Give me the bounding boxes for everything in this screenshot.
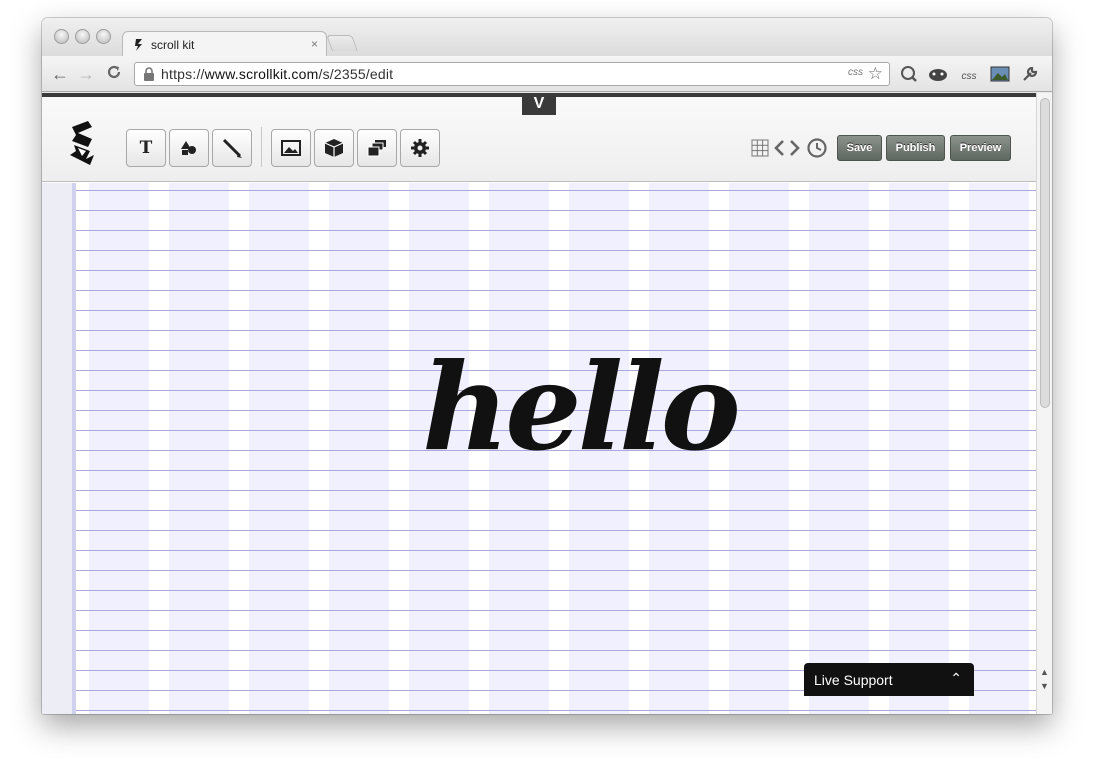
- baseline-rule: [76, 330, 1036, 331]
- grid-column: [89, 183, 149, 714]
- bookmark-star-icon[interactable]: ☆: [868, 64, 883, 84]
- picture-icon: [281, 140, 301, 156]
- canvas-gutter: [42, 183, 76, 714]
- back-icon[interactable]: ←: [50, 64, 70, 84]
- close-window-button[interactable]: [54, 29, 69, 44]
- live-support-label: Live Support: [814, 671, 893, 688]
- collapse-toolbar-toggle[interactable]: V: [522, 93, 556, 115]
- gear-icon: [411, 139, 429, 157]
- tab-close-icon[interactable]: ×: [311, 37, 318, 51]
- baseline-rule: [76, 490, 1036, 491]
- scroll-up-arrow-icon[interactable]: ▲: [1040, 667, 1049, 677]
- css-icon[interactable]: css: [959, 65, 979, 85]
- reload-icon[interactable]: [104, 64, 124, 84]
- baseline-rule: [76, 310, 1036, 311]
- baseline-rule: [76, 190, 1036, 191]
- url-path: /s/2355/edit: [318, 66, 394, 82]
- baseline-rule: [76, 250, 1036, 251]
- baseline-rule: [76, 610, 1036, 611]
- layers-icon: [367, 140, 386, 157]
- image-tool-button[interactable]: [271, 129, 311, 167]
- url-text: https://www.scrollkit.com/s/2355/edit: [161, 66, 393, 82]
- save-button[interactable]: Save: [837, 135, 882, 161]
- grid-column: [169, 183, 229, 714]
- scrollkit-favicon-icon: [135, 38, 142, 51]
- grid-column: [889, 183, 949, 714]
- address-bar[interactable]: https://www.scrollkit.com/s/2355/edit cs…: [134, 62, 890, 86]
- baseline-rule: [76, 270, 1036, 271]
- forward-icon[interactable]: →: [76, 64, 96, 84]
- chevron-up-icon[interactable]: ⌃: [950, 670, 962, 687]
- grid-column: [969, 183, 1029, 714]
- baseline-rule: [76, 550, 1036, 551]
- scroll-down-arrow-icon[interactable]: ▼: [1040, 681, 1049, 691]
- puzzle-icon[interactable]: [928, 65, 948, 85]
- new-tab-button[interactable]: [326, 35, 358, 51]
- baseline-rule: [76, 630, 1036, 631]
- image-icon[interactable]: [990, 65, 1010, 85]
- publish-button[interactable]: Publish: [886, 135, 945, 161]
- text-tool-label: T: [139, 138, 153, 158]
- text-tool-button[interactable]: T: [126, 129, 166, 167]
- css-badge[interactable]: css: [848, 67, 863, 78]
- pen-tool-button[interactable]: [212, 129, 252, 167]
- url-scheme: https://: [161, 66, 205, 82]
- baseline-rule: [76, 210, 1036, 211]
- baseline-rule: [76, 710, 1036, 711]
- settings-tool-button[interactable]: [400, 129, 440, 167]
- baseline-rule: [76, 510, 1036, 511]
- baseline-rule: [76, 590, 1036, 591]
- design-canvas[interactable]: hello: [42, 183, 1036, 714]
- page-viewport: T Save Publish Preview V hello ▲ ▼: [42, 93, 1052, 714]
- grid-column: [729, 183, 789, 714]
- readability-icon[interactable]: [899, 65, 919, 85]
- browser-tab[interactable]: scroll kit ×: [122, 31, 327, 57]
- baseline-rule: [76, 230, 1036, 231]
- browser-toolbar: ← → https://www.scrollkit.com/s/2355/edi…: [42, 56, 1052, 92]
- cube-icon: [324, 139, 344, 157]
- shape-tool-button[interactable]: [169, 129, 209, 167]
- canvas-headline[interactable]: hello: [422, 338, 741, 478]
- title-bar: scroll kit ×: [42, 18, 1052, 57]
- tab-title: scroll kit: [151, 37, 195, 52]
- zoom-window-button[interactable]: [96, 29, 111, 44]
- baseline-rule: [76, 530, 1036, 531]
- vertical-scrollbar[interactable]: ▲ ▼: [1036, 93, 1052, 714]
- baseline-rule: [76, 570, 1036, 571]
- grid-toggle-icon[interactable]: [751, 137, 769, 159]
- grid-column: [809, 183, 869, 714]
- preview-button[interactable]: Preview: [950, 135, 1011, 161]
- live-support-widget[interactable]: Live Support ⌃: [804, 663, 974, 696]
- baseline-rule: [76, 290, 1036, 291]
- browser-window: scroll kit × ← → https://www.scrollkit.c…: [42, 18, 1052, 714]
- lock-icon: [144, 67, 154, 81]
- toolbar-divider: [261, 127, 262, 167]
- wrench-icon[interactable]: [1020, 65, 1040, 85]
- code-icon[interactable]: [774, 137, 800, 159]
- block-tool-button[interactable]: [314, 129, 354, 167]
- baseline-rule: [76, 650, 1036, 651]
- shapes-icon: [181, 141, 196, 155]
- grid-column: [329, 183, 389, 714]
- minimize-window-button[interactable]: [75, 29, 90, 44]
- scrollbar-thumb[interactable]: [1040, 98, 1050, 408]
- url-host: www.scrollkit.com: [204, 66, 319, 82]
- scrollkit-logo-icon: [70, 121, 94, 165]
- history-clock-icon[interactable]: [806, 137, 828, 159]
- grid-column: [249, 183, 309, 714]
- layers-tool-button[interactable]: [357, 129, 397, 167]
- pencil-icon: [222, 138, 242, 158]
